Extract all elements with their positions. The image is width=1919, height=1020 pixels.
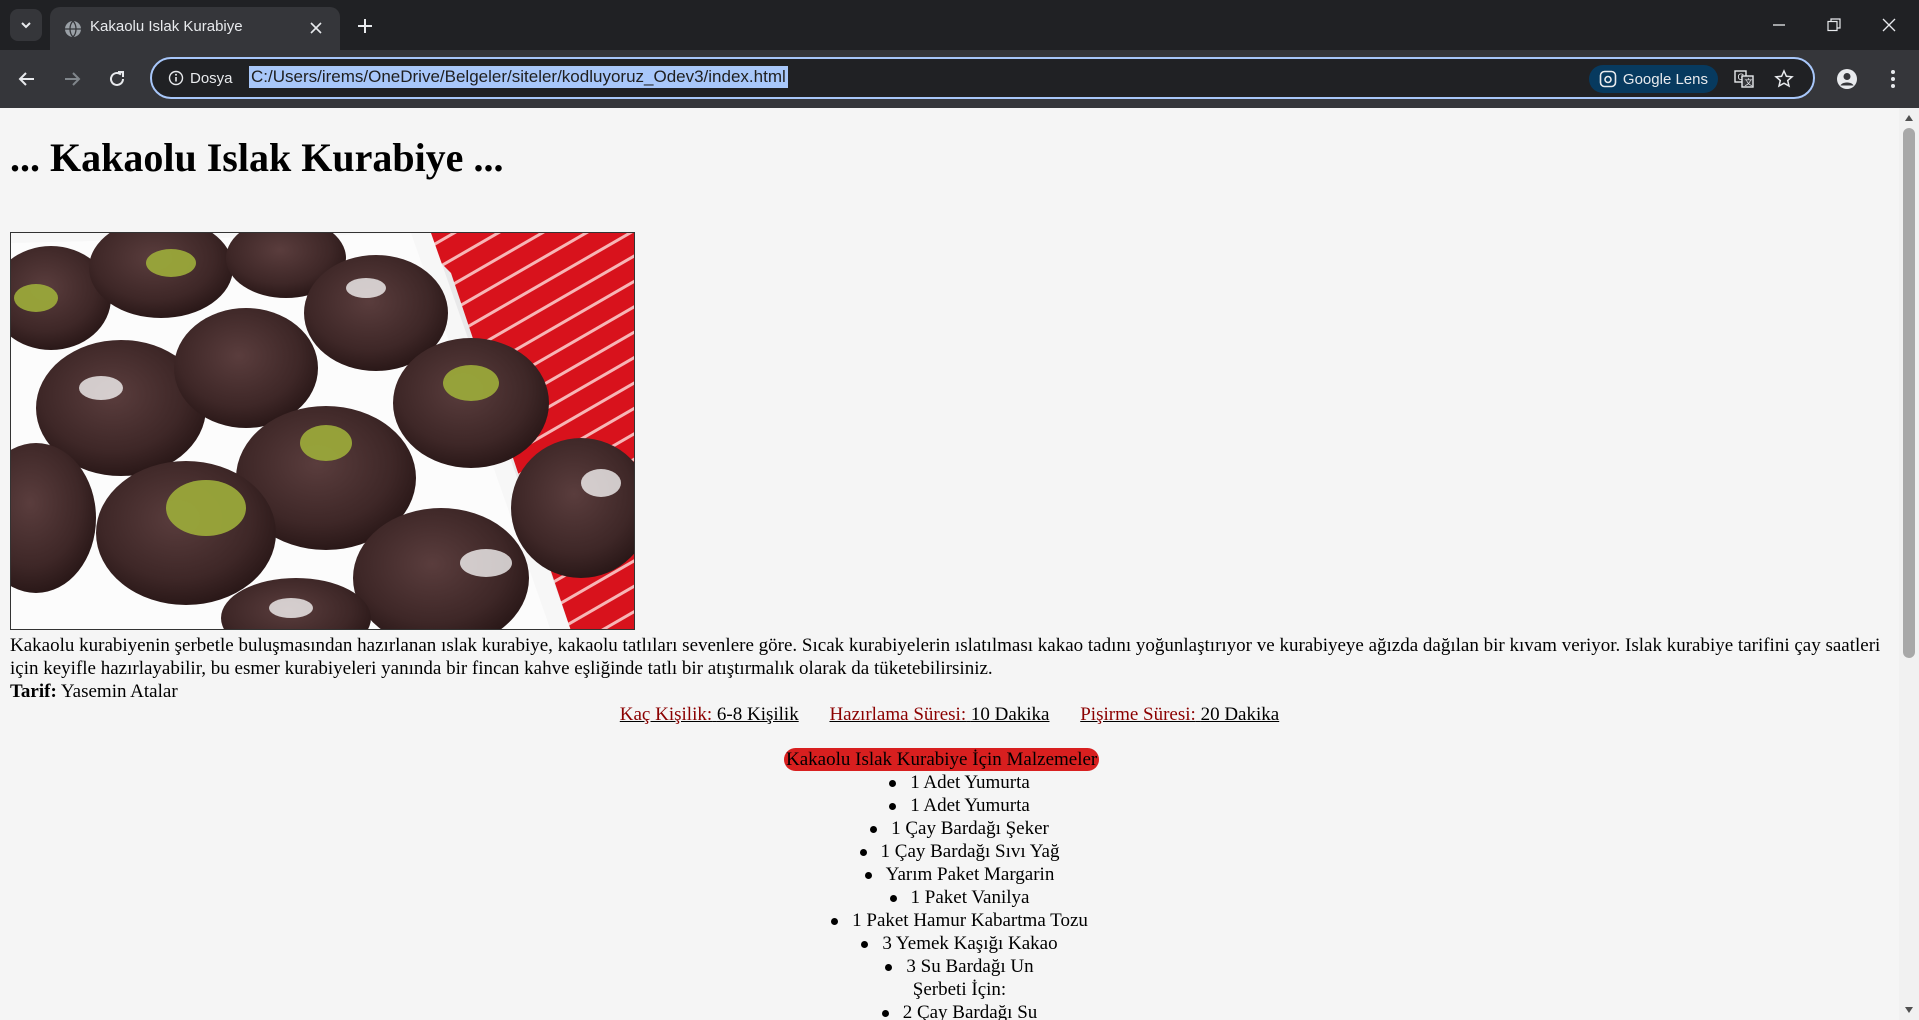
triangle-up-icon	[1905, 115, 1913, 121]
more-vertical-icon	[1891, 70, 1895, 88]
ingredient-text: 2 Çay Bardağı Su	[902, 1002, 1038, 1020]
close-icon	[1882, 18, 1895, 32]
url-text[interactable]: C:/Users/irems/OneDrive/Belgeler/siteler…	[249, 66, 788, 88]
page-viewport: ... Kakaolu Islak Kurabiye ... Kakaolu k…	[0, 108, 1899, 1020]
bookmark-button[interactable]	[1771, 66, 1797, 92]
syrup-heading: Şerbeti İçin:	[912, 979, 1007, 1000]
cookies-image	[11, 233, 634, 629]
google-lens-button[interactable]: Google Lens	[1588, 65, 1718, 93]
list-item: 3 Su Bardağı Un	[0, 955, 1899, 978]
ingredients-heading: Kakaolu Islak Kurabiye İçin Malzemeler	[784, 748, 1100, 771]
scroll-up-button[interactable]	[1903, 112, 1915, 124]
list-item: Yarım Paket Margarin	[0, 863, 1899, 886]
back-button[interactable]	[10, 62, 44, 96]
restore-icon	[1826, 18, 1841, 32]
lens-icon	[1599, 70, 1617, 88]
scroll-thumb[interactable]	[1903, 128, 1915, 658]
tab-title: Kakaolu Islak Kurabiye	[90, 18, 243, 35]
restore-button[interactable]	[1806, 0, 1861, 50]
ingredient-text: Yarım Paket Margarin	[885, 864, 1055, 885]
avatar-icon	[1837, 69, 1857, 89]
recipe-photo	[10, 232, 635, 630]
browser-toolbar: Dosya C:/Users/irems/OneDrive/Belgeler/s…	[0, 50, 1919, 108]
bullet	[889, 895, 897, 903]
bullet	[885, 964, 893, 972]
bullet	[864, 872, 872, 880]
google-lens-label: Google Lens	[1622, 70, 1708, 88]
tab-strip: Kakaolu Islak Kurabiye	[0, 0, 1919, 50]
ingredient-text: 1 Çay Bardağı Şeker	[891, 818, 1049, 839]
ingredients-list: 1 Adet Yumurta 1 Adet Yumurta 1 Çay Bard…	[0, 771, 1899, 1020]
bullet	[831, 918, 839, 926]
ingredient-text: 1 Adet Yumurta	[910, 795, 1030, 816]
translate-button[interactable]: G文	[1731, 66, 1757, 92]
profile-button[interactable]	[1830, 62, 1864, 96]
list-item: 1 Adet Yumurta	[0, 771, 1899, 794]
reload-icon	[110, 71, 124, 86]
author-name: Yasemin Atalar	[60, 681, 178, 702]
close-window-button[interactable]	[1861, 0, 1916, 50]
minimize-button[interactable]	[1751, 0, 1806, 50]
bullet	[870, 826, 878, 834]
svg-text:文: 文	[1745, 77, 1753, 87]
bullet	[889, 780, 897, 788]
meta-servings[interactable]: Kaç Kişilik: 6-8 Kişilik	[620, 704, 799, 725]
list-item: 1 Paket Vanilya	[0, 886, 1899, 909]
ingredient-text: 3 Su Bardağı Un	[906, 956, 1034, 977]
meta-value: 20 Dakika	[1200, 704, 1280, 725]
meta-key: Hazırlama Süresi:	[829, 704, 967, 725]
reload-button[interactable]	[100, 62, 134, 96]
browser-menu-button[interactable]	[1878, 62, 1908, 96]
ingredient-text: 1 Adet Yumurta	[910, 772, 1030, 793]
chevron-down-icon	[21, 22, 31, 29]
plus-icon	[358, 19, 372, 33]
meta-key: Kaç Kişilik:	[619, 704, 713, 725]
arrow-right-icon	[65, 72, 81, 86]
arrow-left-icon	[18, 72, 34, 86]
tab-search-button[interactable]	[10, 9, 42, 41]
meta-prep-time[interactable]: Hazırlama Süresi: 10 Dakika	[829, 704, 1049, 725]
bullet	[889, 803, 897, 811]
site-chip-label: Dosya	[190, 69, 233, 87]
bullet	[881, 1010, 889, 1018]
close-tab-button[interactable]	[306, 18, 326, 38]
vertical-scrollbar[interactable]	[1899, 108, 1919, 1020]
author-label: Tarif:	[10, 681, 57, 702]
bullet	[859, 849, 867, 857]
globe-icon	[65, 20, 81, 38]
list-item: 1 Paket Hamur Kabartma Tozu	[0, 909, 1899, 932]
close-icon	[310, 22, 322, 34]
ingredient-text: 1 Çay Bardağı Sıvı Yağ	[880, 841, 1060, 862]
list-item: 2 Çay Bardağı Su	[0, 1001, 1899, 1020]
star-icon	[1774, 69, 1794, 88]
scroll-down-button[interactable]	[1903, 1004, 1915, 1016]
ingredient-text: 1 Paket Hamur Kabartma Tozu	[852, 910, 1088, 931]
recipe-meta: Kaç Kişilik: 6-8 Kişilik Hazırlama Süres…	[0, 703, 1899, 726]
page-title: ... Kakaolu Islak Kurabiye ...	[10, 135, 504, 180]
meta-cook-time[interactable]: Pişirme Süresi: 20 Dakika	[1080, 704, 1279, 725]
address-bar[interactable]: Dosya C:/Users/irems/OneDrive/Belgeler/s…	[150, 57, 1815, 99]
new-tab-button[interactable]	[350, 11, 380, 41]
list-item: 1 Çay Bardağı Sıvı Yağ	[0, 840, 1899, 863]
forward-button[interactable]	[55, 62, 89, 96]
translate-icon: G文	[1734, 70, 1754, 88]
browser-tab[interactable]: Kakaolu Islak Kurabiye	[50, 7, 340, 50]
meta-key: Pişirme Süresi:	[1080, 704, 1196, 725]
list-item: 3 Yemek Kaşığı Kakao	[0, 932, 1899, 955]
minimize-icon	[1772, 24, 1785, 26]
list-item: 1 Adet Yumurta	[0, 794, 1899, 817]
triangle-down-icon	[1905, 1007, 1913, 1013]
site-info-chip[interactable]: Dosya	[162, 65, 239, 91]
recipe-author: Tarif: Yasemin Atalar	[10, 680, 178, 703]
bullet	[861, 941, 869, 949]
list-item: 1 Çay Bardağı Şeker	[0, 817, 1899, 840]
meta-value: 10 Dakika	[970, 704, 1050, 725]
info-icon	[168, 70, 184, 86]
ingredient-text: 3 Yemek Kaşığı Kakao	[882, 933, 1058, 954]
ingredient-text: 1 Paket Vanilya	[910, 887, 1030, 908]
recipe-intro: Kakaolu kurabiyenin şerbetle buluşmasınd…	[10, 635, 1881, 679]
meta-value: 6-8 Kişilik	[716, 704, 799, 725]
